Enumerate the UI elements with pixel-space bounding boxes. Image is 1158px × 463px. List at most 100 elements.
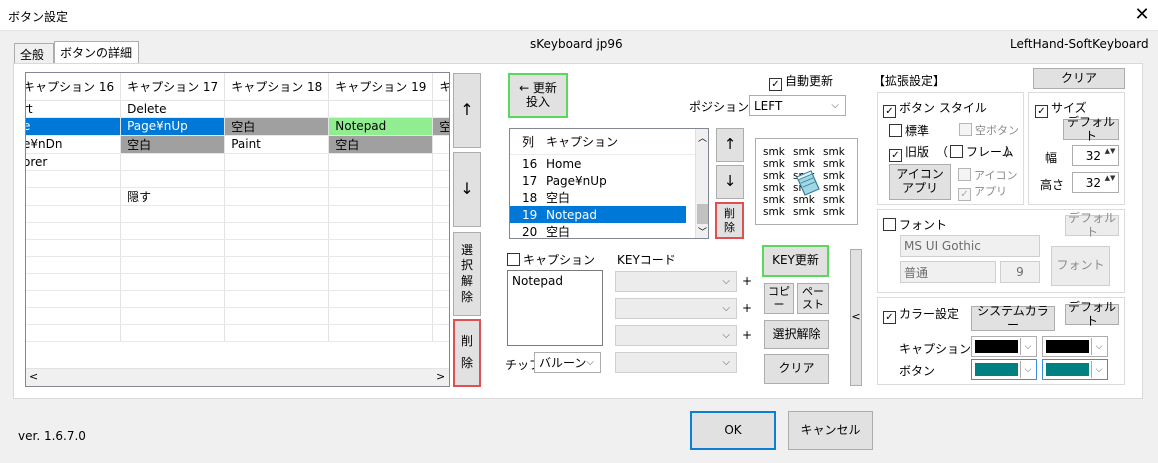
font-size-field[interactable]: 9 <box>1000 261 1040 283</box>
grid-cell[interactable] <box>224 307 330 325</box>
grid-cell[interactable] <box>328 170 434 188</box>
table-row[interactable] <box>26 307 449 325</box>
grid-cell[interactable] <box>224 256 330 274</box>
grid-cell[interactable] <box>26 239 122 257</box>
grid-cell[interactable] <box>26 324 122 342</box>
select-release-button[interactable]: 選択解除 <box>764 320 829 349</box>
list-item[interactable]: 18 空白 <box>510 189 708 206</box>
grid-cell[interactable] <box>224 100 330 118</box>
system-color-button[interactable]: システムカラー <box>971 304 1055 331</box>
close-icon[interactable]: ✕ <box>1128 2 1156 28</box>
grid-cell[interactable]: 空白 <box>120 135 226 154</box>
grid-cell[interactable]: rt <box>26 100 122 118</box>
grid-cell[interactable] <box>26 187 122 206</box>
grid-cell[interactable]: 隠す <box>120 187 226 206</box>
font-style-field[interactable]: 普通 <box>900 261 996 283</box>
spin-arrows-icon[interactable]: ▲▼ <box>1103 174 1117 192</box>
grid-cell[interactable] <box>224 273 330 291</box>
grid-cell[interactable] <box>120 170 226 188</box>
grid-cell[interactable] <box>120 239 226 257</box>
button-style-checkbox[interactable]: ✓ ボタン スタイル <box>883 99 987 118</box>
chevron-up-icon[interactable]: ︿ <box>698 131 707 144</box>
grid-move-down-button[interactable]: ↓ <box>453 152 481 227</box>
spin-arrows-icon[interactable]: ▲▼ <box>1103 147 1117 165</box>
extended-clear-button[interactable]: クリア <box>1033 68 1125 89</box>
grid-cell[interactable] <box>432 256 449 274</box>
list-item[interactable]: 20 空白 <box>510 223 708 239</box>
update-insert-button[interactable]: ← 更新 投入 <box>508 73 568 118</box>
old-version-checkbox[interactable]: ✓ 旧版 <box>889 143 929 162</box>
chevron-down-icon[interactable]: ﹀ <box>698 225 707 238</box>
caption-fg-color-select[interactable]: ⌵ <box>971 336 1037 357</box>
grid-cell[interactable] <box>120 273 226 291</box>
grid-col-header[interactable]: キャプション 17 <box>120 73 226 101</box>
table-row[interactable] <box>26 170 449 188</box>
grid-cell[interactable] <box>328 222 434 240</box>
cancel-button[interactable]: キャンセル <box>788 411 873 450</box>
tab-button-details[interactable]: ボタンの詳細 <box>54 41 139 64</box>
grid-cell[interactable] <box>224 222 330 240</box>
grid-cell[interactable] <box>328 100 434 118</box>
button-fg-color-select[interactable]: ⌵ <box>971 359 1037 380</box>
paste-button[interactable]: ペー スト <box>797 283 829 314</box>
chip-select[interactable]: バルーン ⌵ <box>534 352 601 373</box>
width-spinner[interactable]: 32 ▲▼ <box>1072 145 1119 166</box>
app-checkbox[interactable]: ✓ アプリ <box>958 183 1007 201</box>
icon-app-button[interactable]: アイコン アプリ <box>889 164 951 200</box>
table-row[interactable]: orer <box>26 153 449 171</box>
grid-move-up-button[interactable]: ↑ <box>453 73 481 148</box>
grid-cell[interactable]: orer <box>26 153 122 171</box>
caption-textarea[interactable]: Notepad <box>507 270 603 346</box>
standard-checkbox[interactable]: 標準 <box>889 122 929 139</box>
table-row[interactable] <box>26 256 449 274</box>
grid-cell[interactable] <box>120 307 226 325</box>
grid-cell[interactable] <box>432 290 449 308</box>
font-default-button[interactable]: デフォルト <box>1065 211 1119 238</box>
button-grid[interactable]: キャプション 16 キャプション 17 キャプション 18 キャプション 19 … <box>25 72 450 387</box>
list-delete-button[interactable]: 削 除 <box>715 202 744 239</box>
grid-cell[interactable]: 空白 <box>432 117 449 136</box>
grid-cell[interactable]: Page¥nUp <box>120 117 226 136</box>
grid-cell[interactable] <box>224 170 330 188</box>
grid-cell[interactable] <box>224 205 330 223</box>
grid-cell[interactable] <box>120 290 226 308</box>
table-row[interactable]: e¥nDn 空白 Paint 空白 <box>26 135 449 154</box>
grid-cell[interactable] <box>224 187 330 206</box>
list-up-button[interactable]: ↑ <box>716 128 744 162</box>
table-row[interactable] <box>26 324 449 342</box>
scroll-thumb[interactable] <box>697 204 708 224</box>
grid-cell[interactable] <box>432 153 449 171</box>
grid-cell[interactable] <box>328 290 434 308</box>
height-spinner[interactable]: 32 ▲▼ <box>1072 172 1119 193</box>
grid-cell[interactable] <box>26 205 122 223</box>
table-row[interactable] <box>26 222 449 240</box>
grid-cell[interactable] <box>328 307 434 325</box>
table-row[interactable]: 隠す <box>26 187 449 206</box>
list-item[interactable]: 17 Page¥nUp <box>510 172 708 189</box>
grid-cell[interactable] <box>224 153 330 171</box>
table-row[interactable] <box>26 205 449 223</box>
font-checkbox[interactable]: フォント <box>883 216 947 233</box>
grid-cell[interactable] <box>432 100 449 118</box>
button-bg-color-select[interactable]: ⌵ <box>1042 359 1108 380</box>
grid-cell[interactable] <box>328 187 434 206</box>
grid-select-release-button[interactable]: 選 択 解 除 <box>453 232 481 316</box>
caption-bg-color-select[interactable]: ⌵ <box>1042 336 1108 357</box>
grid-cell[interactable] <box>26 290 122 308</box>
grid-cell[interactable] <box>224 239 330 257</box>
size-default-button[interactable]: デフォルト <box>1063 115 1119 142</box>
scroll-left-icon[interactable]: < <box>29 370 38 383</box>
grid-cell[interactable] <box>328 153 434 171</box>
grid-cell[interactable]: 空白 <box>328 135 434 154</box>
grid-cell[interactable] <box>120 205 226 223</box>
grid-cell[interactable] <box>26 170 122 188</box>
font-button[interactable]: フォント <box>1051 246 1110 286</box>
table-row[interactable] <box>26 239 449 257</box>
grid-cell[interactable] <box>26 273 122 291</box>
grid-cell[interactable]: 空白 <box>224 117 330 136</box>
grid-cell[interactable] <box>224 290 330 308</box>
icon-checkbox[interactable]: アイコン <box>958 167 1017 183</box>
keycode-select-3[interactable]: ⌵ <box>615 325 737 346</box>
grid-cell[interactable] <box>432 170 449 188</box>
grid-cell[interactable] <box>432 222 449 240</box>
